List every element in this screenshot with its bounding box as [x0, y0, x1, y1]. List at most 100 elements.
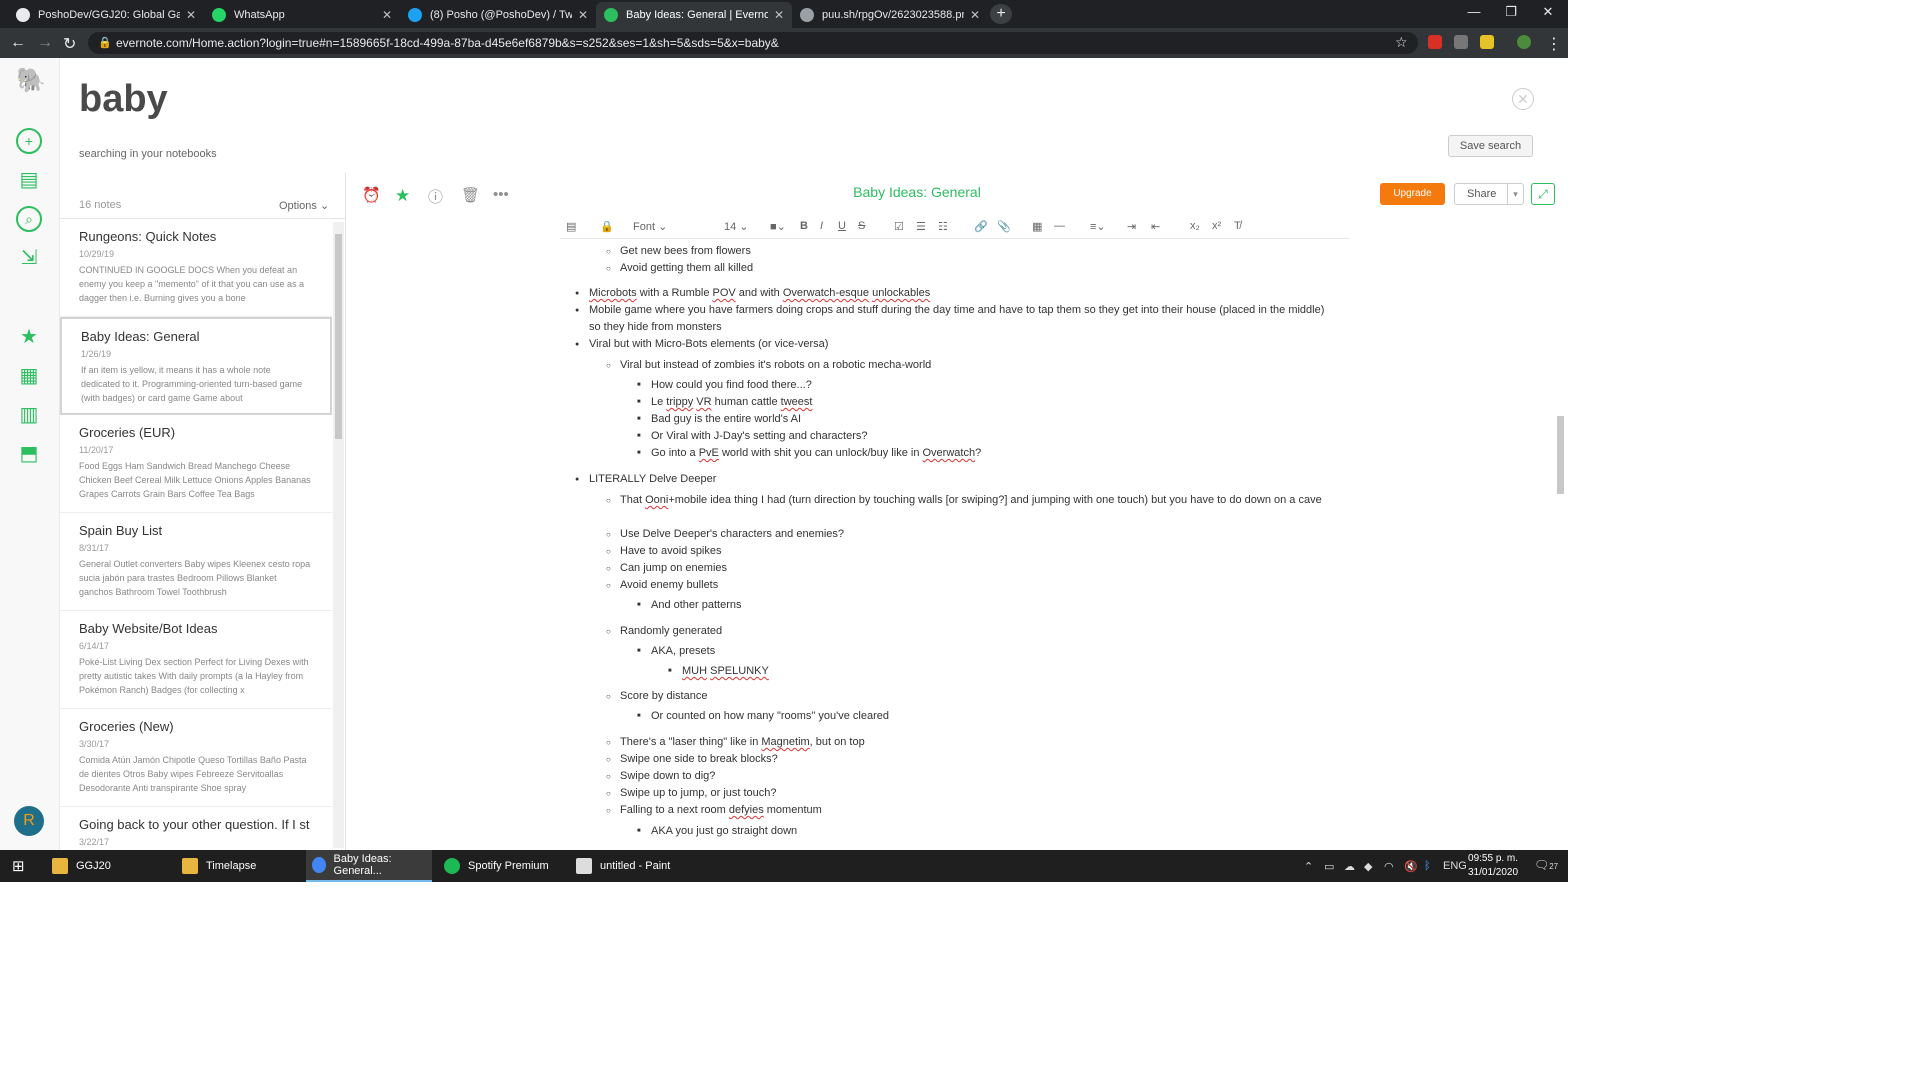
new-note-icon[interactable]: +: [16, 128, 42, 154]
note-icon[interactable]: ▤: [566, 220, 576, 233]
account-avatar[interactable]: R: [14, 806, 44, 836]
align-icon[interactable]: ≡⌄: [1090, 220, 1106, 233]
language-indicator[interactable]: ENG: [1443, 860, 1467, 872]
bullet-list-icon[interactable]: ☰: [916, 220, 926, 233]
more-icon[interactable]: •••: [493, 186, 509, 203]
font-select[interactable]: Font ⌄: [633, 220, 667, 233]
clear-format-icon[interactable]: T̸: [1234, 220, 1241, 232]
outdent-icon[interactable]: ⇤: [1151, 220, 1160, 233]
list-item: Get new bees from flowers: [606, 243, 751, 260]
upgrade-button[interactable]: Upgrade: [1380, 183, 1445, 205]
underline-icon[interactable]: U: [838, 220, 846, 232]
extension-icon[interactable]: [1480, 35, 1494, 49]
taskbar-item[interactable]: Spotify Premium: [438, 850, 562, 882]
bold-icon[interactable]: B: [800, 220, 808, 232]
taskbar-item[interactable]: Baby Ideas: General...: [306, 850, 432, 882]
minimize-icon[interactable]: —: [1454, 4, 1494, 19]
cloud-icon[interactable]: ☁: [1344, 860, 1355, 873]
menu-icon[interactable]: ⋮: [1546, 34, 1562, 54]
tray-chevron-icon[interactable]: ⌃: [1304, 860, 1313, 873]
note-card-selected[interactable]: Baby Ideas: General 1/26/19 If an item i…: [60, 317, 332, 415]
taskbar-item[interactable]: Timelapse: [176, 850, 300, 882]
strikethrough-icon[interactable]: S: [858, 220, 865, 232]
bluetooth-icon[interactable]: ᛒ: [1424, 860, 1431, 872]
superscript-icon[interactable]: x²: [1212, 220, 1221, 232]
bookmark-star-icon[interactable]: ☆: [1395, 34, 1408, 51]
link-icon[interactable]: 🔗: [974, 220, 988, 233]
shortcut-star-icon[interactable]: ★: [395, 186, 410, 206]
lock-icon[interactable]: 🔒: [600, 220, 614, 233]
pocket-extension-icon[interactable]: [1454, 35, 1468, 49]
profile-avatar[interactable]: [1517, 35, 1531, 49]
table-icon[interactable]: ▦: [1032, 220, 1042, 233]
note-body[interactable]: Get new bees from flowers Avoid getting …: [560, 240, 1350, 850]
expand-icon[interactable]: ⤢: [1531, 183, 1555, 205]
indent-icon[interactable]: ⇥: [1127, 220, 1136, 233]
text-color-icon[interactable]: ■⌄: [770, 220, 786, 233]
wifi-icon[interactable]: ◠: [1384, 860, 1394, 873]
restore-icon[interactable]: ❐: [1491, 4, 1531, 20]
italic-icon[interactable]: I: [820, 220, 823, 232]
note-card[interactable]: Baby Website/Bot Ideas 6/14/17 Poké-List…: [60, 611, 332, 709]
info-icon[interactable]: ⓘ: [428, 186, 443, 207]
shortcuts-star-icon[interactable]: ★: [16, 324, 42, 350]
gmail-extension-icon[interactable]: [1428, 35, 1442, 49]
start-button[interactable]: ⊞: [6, 850, 31, 882]
note-card[interactable]: Groceries (EUR) 11/20/17 Food Eggs Ham S…: [60, 415, 332, 513]
new-tab-button[interactable]: +: [990, 4, 1012, 24]
tab-evernote[interactable]: Baby Ideas: General | Evernote W ✕: [596, 2, 792, 28]
tags-icon[interactable]: ⬒: [16, 441, 42, 467]
tab-twitter[interactable]: (8) Posho (@PoshoDev) / Twitter ✕: [400, 2, 596, 28]
reminder-icon[interactable]: ⏰: [362, 186, 381, 204]
chevron-down-icon[interactable]: ▾: [1507, 184, 1523, 204]
scrollbar-thumb[interactable]: [335, 234, 342, 439]
tab-github[interactable]: PoshoDev/GGJ20: Global Game J ✕: [8, 2, 204, 28]
options-dropdown[interactable]: Options ⌄: [279, 199, 329, 212]
volume-icon[interactable]: 🔇: [1404, 860, 1418, 873]
font-size-select[interactable]: 14 ⌄: [724, 220, 749, 233]
url-field[interactable]: 🔒 evernote.com/Home.action?login=true#n=…: [88, 32, 1418, 54]
note-title-field[interactable]: Baby Ideas: General: [700, 184, 1134, 200]
close-window-icon[interactable]: ✕: [1528, 4, 1568, 20]
notes-icon[interactable]: ▦: [16, 363, 42, 389]
close-tab-icon[interactable]: ✕: [186, 8, 196, 22]
note-card[interactable]: Groceries (New) 3/30/17 Comida Atún Jamó…: [60, 709, 332, 807]
subscript-icon[interactable]: x₂: [1190, 220, 1200, 232]
forward-icon[interactable]: →: [37, 34, 53, 52]
note-card[interactable]: Spain Buy List 8/31/17 General Outlet co…: [60, 513, 332, 611]
tab-whatsapp[interactable]: WhatsApp ✕: [204, 2, 400, 28]
notification-center-icon[interactable]: 🗨27: [1534, 858, 1558, 872]
close-tab-icon[interactable]: ✕: [970, 8, 980, 22]
tab-puush[interactable]: puu.sh/rpgOv/2623023588.png ✕: [792, 2, 988, 28]
folder-icon: [52, 858, 68, 874]
shortcut-icon[interactable]: ⇲: [16, 245, 42, 271]
work-chat-icon[interactable]: ▤: [16, 167, 42, 193]
note-card[interactable]: Rungeons: Quick Notes 10/29/19 CONTINUED…: [60, 219, 332, 317]
evernote-logo-icon[interactable]: 🐘: [16, 68, 46, 94]
close-search-icon[interactable]: ✕: [1512, 88, 1534, 110]
taskbar-item[interactable]: GGJ20: [46, 850, 170, 882]
trash-icon[interactable]: 🗑: [461, 186, 480, 204]
scrollbar-thumb[interactable]: [1557, 416, 1564, 494]
back-icon[interactable]: ←: [10, 34, 26, 52]
search-icon[interactable]: ⌕: [16, 206, 42, 232]
close-tab-icon[interactable]: ✕: [578, 8, 588, 22]
share-button[interactable]: Share ▾: [1454, 183, 1524, 205]
reload-icon[interactable]: ↻: [63, 34, 76, 54]
save-search-button[interactable]: Save search: [1448, 135, 1533, 157]
taskbar-item[interactable]: untitled - Paint: [570, 850, 694, 882]
clock[interactable]: 09:55 p. m. 31/01/2020: [1468, 852, 1518, 880]
notebooks-icon[interactable]: ▥: [16, 402, 42, 428]
close-tab-icon[interactable]: ✕: [382, 8, 392, 22]
attachment-icon[interactable]: 📎: [997, 220, 1011, 233]
horizontal-rule-icon[interactable]: —: [1054, 220, 1065, 232]
battery-icon[interactable]: ▭: [1324, 860, 1334, 873]
checkbox-icon[interactable]: ☑: [894, 220, 904, 233]
globe-icon: [800, 8, 814, 22]
note-card[interactable]: Going back to your other question. If I …: [60, 807, 332, 850]
dropbox-icon[interactable]: ◆: [1364, 860, 1372, 873]
note-list-scrollbar[interactable]: [333, 222, 344, 848]
note-scrollbar[interactable]: [1555, 250, 1566, 850]
close-tab-icon[interactable]: ✕: [774, 8, 784, 22]
numbered-list-icon[interactable]: ☷: [938, 220, 948, 233]
